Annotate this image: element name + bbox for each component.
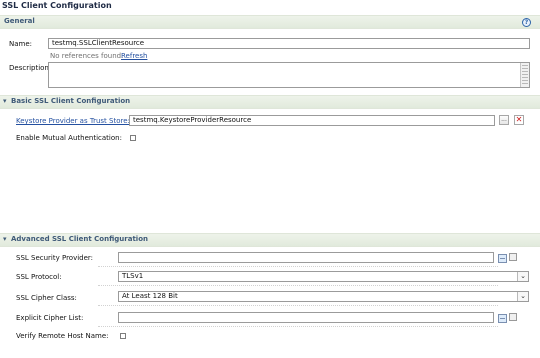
name-field[interactable]: testmq.SSLClientResource (48, 38, 530, 49)
references-note: No references found. (50, 52, 124, 60)
cipher-class-label: SSL Cipher Class: (16, 294, 77, 302)
cipher-list-label: Explicit Cipher List: (16, 314, 84, 322)
verify-host-label: Verify Remote Host Name: (16, 332, 109, 340)
advanced-section-header[interactable]: ▾ Advanced SSL Client Configuration (0, 233, 540, 247)
delete-reference-button[interactable]: ✕ (514, 115, 524, 125)
select-cipher-icon[interactable] (498, 314, 507, 323)
protocol-value: TLSv1 (122, 272, 144, 280)
browse-button[interactable]: ... (499, 115, 509, 125)
security-provider-label: SSL Security Provider: (16, 254, 94, 262)
clear-provider-icon[interactable] (509, 253, 517, 261)
description-field[interactable] (48, 62, 530, 88)
general-section-header: General ? (0, 15, 540, 29)
chevron-down-icon[interactable]: ⌄ (517, 292, 528, 301)
advanced-section-label: Advanced SSL Client Configuration (11, 235, 148, 243)
collapse-arrow-icon[interactable]: ▾ (3, 97, 7, 105)
close-icon: ✕ (515, 115, 523, 124)
row-separator (98, 305, 498, 306)
protocol-select[interactable]: TLSv1 ⌄ (118, 271, 529, 282)
verify-host-checkbox[interactable] (120, 333, 126, 339)
page-title: SSL Client Configuration (2, 1, 112, 10)
help-icon[interactable]: ? (522, 18, 531, 27)
name-label: Name: (9, 40, 33, 48)
chevron-down-icon[interactable]: ⌄ (517, 272, 528, 281)
security-provider-field[interactable] (118, 252, 494, 263)
row-separator (98, 285, 498, 286)
select-provider-icon[interactable] (498, 254, 507, 263)
cipher-list-field[interactable] (118, 312, 494, 323)
description-scrollbar[interactable] (520, 63, 529, 87)
row-separator (98, 326, 498, 327)
basic-section-header[interactable]: ▾ Basic SSL Client Configuration (0, 95, 540, 109)
refresh-link[interactable]: Refresh (121, 52, 147, 60)
basic-section-label: Basic SSL Client Configuration (11, 97, 131, 105)
collapse-arrow-icon[interactable]: ▾ (3, 235, 7, 243)
mutual-auth-label: Enable Mutual Authentication: (16, 134, 122, 142)
description-label: Description: (9, 64, 52, 72)
general-section-label: General (4, 17, 35, 25)
keystore-provider-field[interactable]: testmq.KeystoreProviderResource (129, 115, 495, 126)
clear-cipher-icon[interactable] (509, 313, 517, 321)
keystore-provider-link[interactable]: Keystore Provider as Trust Store: (16, 117, 130, 125)
cipher-class-select[interactable]: At Least 128 Bit ⌄ (118, 291, 529, 302)
cipher-class-value: At Least 128 Bit (122, 292, 178, 300)
row-separator (98, 266, 498, 267)
protocol-label: SSL Protocol: (16, 273, 62, 281)
mutual-auth-checkbox[interactable] (130, 135, 136, 141)
